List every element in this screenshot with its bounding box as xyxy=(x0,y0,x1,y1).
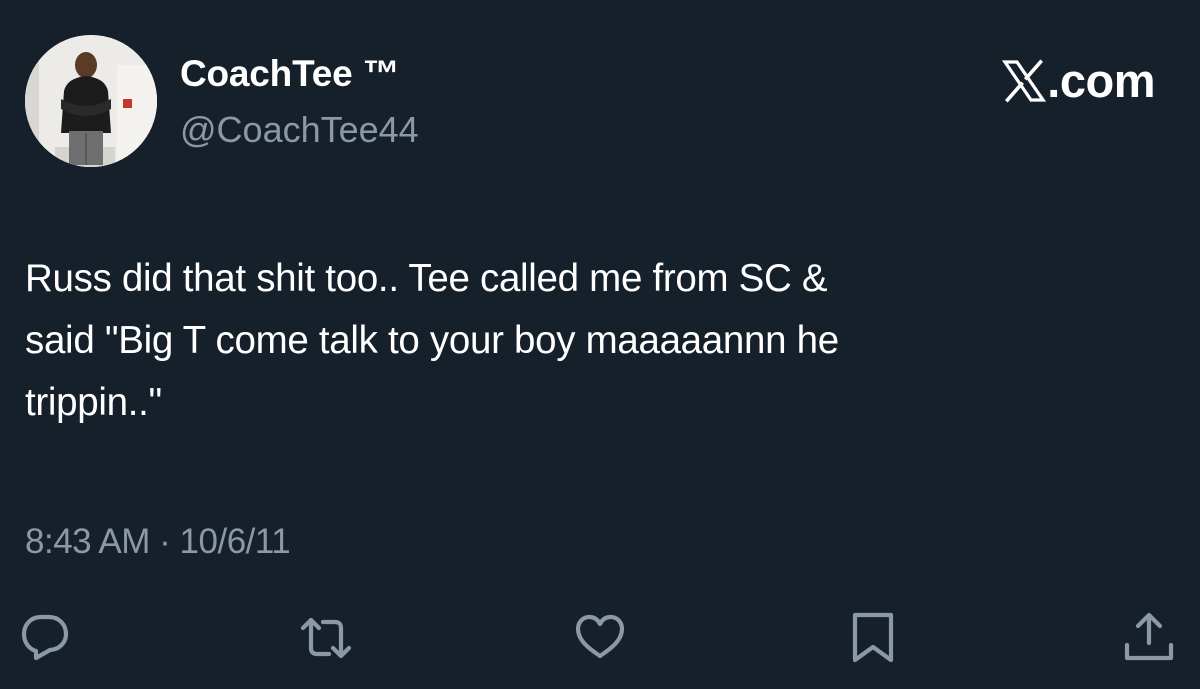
like-button[interactable] xyxy=(572,610,628,666)
reply-button[interactable] xyxy=(17,610,73,666)
tweet-time: 8:43 AM xyxy=(25,522,150,561)
bookmark-icon xyxy=(852,612,894,663)
profile-photo xyxy=(25,35,157,167)
tweet-timestamp[interactable]: 8:43 AM · 10/6/11 xyxy=(25,518,291,566)
retweet-icon xyxy=(300,617,352,659)
brand-text: .com xyxy=(1047,54,1155,107)
brand-watermark: .com xyxy=(1002,55,1155,107)
user-handle[interactable]: @CoachTee44 xyxy=(180,108,419,152)
x-logo-icon xyxy=(1002,59,1047,103)
heart-icon xyxy=(575,614,625,659)
timestamp-separator: · xyxy=(159,522,171,561)
avatar[interactable] xyxy=(25,35,157,167)
share-icon xyxy=(1124,612,1174,661)
reply-icon xyxy=(21,614,69,661)
bookmark-button[interactable] xyxy=(845,610,901,666)
retweet-button[interactable] xyxy=(298,610,354,666)
tweet-text: Russ did that shit too.. Tee called me f… xyxy=(25,257,839,424)
display-name[interactable]: CoachTee ™ xyxy=(180,52,400,96)
tweet-date: 10/6/11 xyxy=(179,522,291,561)
action-bar xyxy=(0,610,1200,666)
share-button[interactable] xyxy=(1121,610,1177,666)
tweet-card: CoachTee ™ @CoachTee44 .com Russ did tha… xyxy=(0,0,1200,689)
